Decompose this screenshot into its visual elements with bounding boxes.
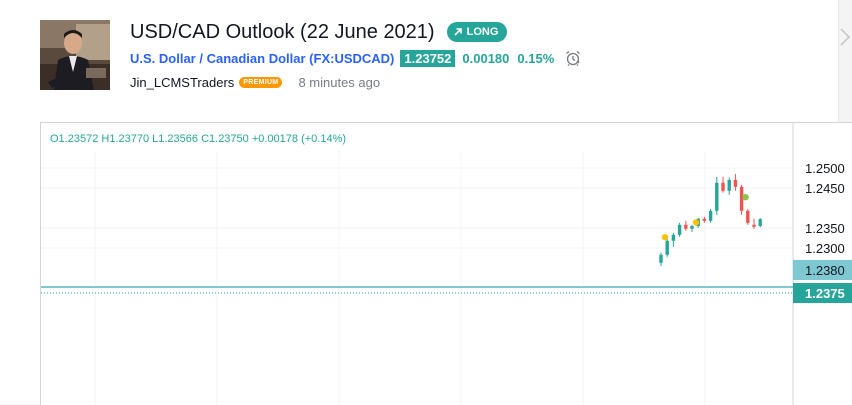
- candle-body: [721, 182, 725, 191]
- long-badge: LONG: [446, 22, 508, 42]
- candle-body: [684, 224, 688, 229]
- chevron-right-icon[interactable]: [838, 26, 852, 48]
- price-axis-label: 1.2300: [805, 241, 845, 256]
- signal-marker: [692, 219, 700, 226]
- idea-title[interactable]: USD/CAD Outlook (22 June 2021): [130, 21, 435, 44]
- candle-body: [702, 218, 707, 221]
- premium-badge: PREMIUM: [239, 76, 283, 88]
- candle-body: [727, 180, 731, 191]
- author-avatar[interactable]: [40, 20, 110, 90]
- last-price: 1.23752: [400, 49, 456, 67]
- candle-body: [758, 219, 762, 226]
- candle-body: [671, 234, 676, 241]
- author-photo: [40, 20, 110, 90]
- idea-header: USD/CAD Outlook (22 June 2021) LONG U.S.…: [0, 0, 838, 106]
- author-name[interactable]: Jin_LCMSTraders: [130, 75, 234, 90]
- idea-title-row: USD/CAD Outlook (22 June 2021) LONG: [130, 19, 508, 45]
- signal-marker: [742, 194, 749, 201]
- candle-body: [715, 182, 719, 211]
- candle-body: [733, 180, 738, 187]
- price-change-percent: 0.15%: [517, 50, 555, 66]
- symbol-name: U.S. Dollar / Canadian Dollar: [130, 50, 306, 66]
- alarm-clock-icon[interactable]: [564, 49, 582, 67]
- candle-body: [739, 186, 744, 211]
- candle-body: [659, 254, 663, 263]
- published-time: 8 minutes ago: [298, 74, 381, 90]
- candle-body: [708, 210, 713, 221]
- long-badge-label: LONG: [466, 26, 499, 38]
- symbol-link[interactable]: U.S. Dollar / Canadian Dollar (FX:USDCAD…: [130, 51, 394, 66]
- price-change: 0.00180: [462, 50, 510, 66]
- arrow-up-right-icon: [454, 28, 462, 36]
- candle-body: [665, 240, 669, 255]
- price-axis-label: 1.2450: [805, 181, 845, 196]
- symbol-code: (FX:USDCAD): [309, 50, 395, 66]
- price-axis-label: 1.2350: [805, 221, 845, 236]
- price-chart[interactable]: 1.2500 1.2450 1.2350 1.2300 1.2380 1.2375 O1.…: [40, 122, 852, 405]
- candle-body: [752, 224, 756, 227]
- candle-body: [690, 226, 694, 229]
- symbol-row: U.S. Dollar / Canadian Dollar (FX:USDCAD…: [130, 47, 582, 69]
- ohlc-legend: O1.23572 H1.23770 L1.23566 C1.23750 +0.0…: [50, 133, 347, 145]
- last-price-tag-label: 1.2375: [805, 286, 845, 301]
- price-axis-label: 1.2500: [805, 161, 845, 176]
- chart-canvas: 1.2500 1.2450 1.2350 1.2300 1.2380 1.2375: [41, 123, 852, 405]
- candle-body: [746, 210, 750, 223]
- author-row: Jin_LCMSTraders PREMIUM 8 minutes ago: [130, 73, 380, 91]
- signal-marker: [661, 234, 669, 241]
- candle-body: [677, 224, 682, 235]
- level-tag-label: 1.2380: [805, 263, 845, 278]
